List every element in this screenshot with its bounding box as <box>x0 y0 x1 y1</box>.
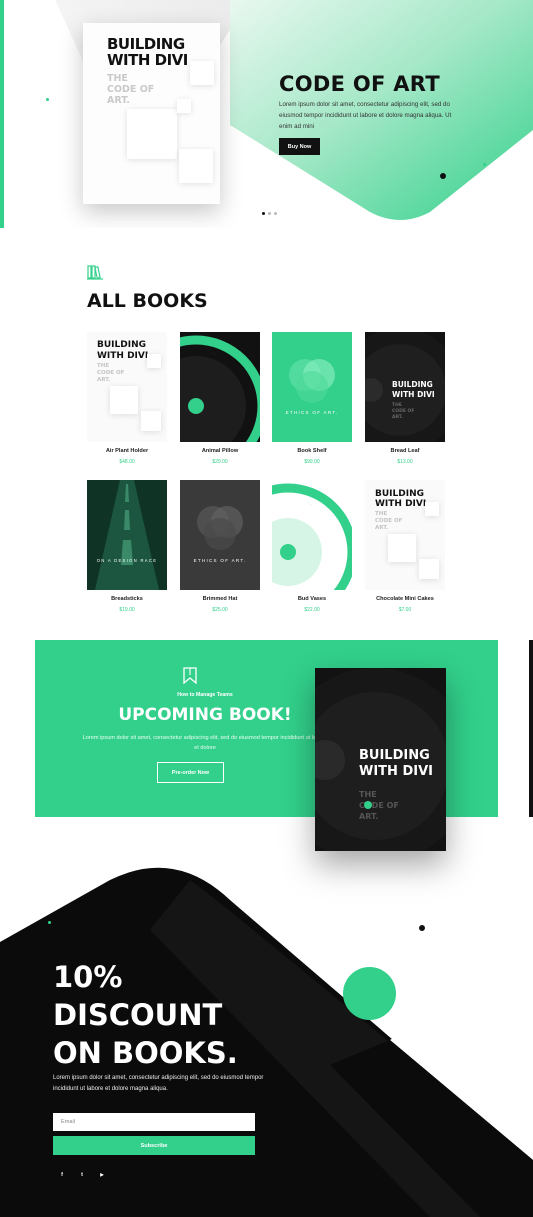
discount-title-line1: 10% <box>53 960 123 994</box>
book-subtitle-line2: CODE OF <box>107 84 155 95</box>
discount-title-line3: ON BOOKS. <box>53 1036 238 1070</box>
cover-sub-line2: CODE OF <box>97 370 125 376</box>
all-books-title: ALL BOOKS <box>87 290 208 312</box>
cover-label: ETHICS OF ART. <box>285 410 339 415</box>
cover-sub-line1: THE <box>375 511 388 517</box>
cover-green-dot <box>364 801 372 809</box>
books-icon <box>87 265 103 280</box>
cover-title-line2: WITH DIVI <box>359 764 433 779</box>
book-subtitle-line3: ART. <box>107 95 130 106</box>
product-name[interactable]: Book Shelf <box>262 448 362 454</box>
product-cover[interactable]: · · · · <box>180 332 260 442</box>
product-cover[interactable]: BUILDING WITH DIVI THE CODE OF ART. <box>365 332 445 442</box>
decor-dot <box>48 921 51 924</box>
cover-sub-line3: ART. <box>392 415 403 420</box>
product-price: $7.00 <box>398 607 412 613</box>
cover-sub-line2: CODE OF <box>392 409 415 414</box>
email-input[interactable] <box>53 1113 255 1131</box>
cover-label: ETHICS OF ART. <box>193 558 247 563</box>
product-cover[interactable]: ON A DESIGN RACE <box>87 480 167 590</box>
product-cover[interactable]: BUILDING WITH DIVI THE CODE OF ART. <box>365 480 445 590</box>
product-name[interactable]: Breadsticks <box>77 596 177 602</box>
decor-circle <box>343 967 396 1020</box>
subscribe-button[interactable]: Subscribe <box>53 1136 255 1155</box>
cover-sub-line1: THE <box>392 403 402 408</box>
product-price: $19.00 <box>119 607 135 613</box>
slider-dot[interactable] <box>274 212 277 215</box>
road-graphic <box>87 480 167 590</box>
decor-square <box>127 109 177 159</box>
product-name[interactable]: Chocolate Mini Cakes <box>355 596 455 602</box>
upcoming-description: Lorem ipsum dolor sit amet, consectetur … <box>82 735 328 751</box>
product-name[interactable]: Air Plant Holder <box>77 448 177 454</box>
youtube-icon[interactable]: ▶ <box>97 1170 107 1180</box>
decor-dot <box>440 173 446 179</box>
product-cover[interactable]: · · · · <box>272 480 352 590</box>
cover-title-line2: WITH DIVI <box>375 499 427 509</box>
product-name[interactable]: Bud Vases <box>262 596 362 602</box>
cover-sub-line2: CODE OF <box>375 518 403 524</box>
pre-order-button[interactable]: Pre-order Now <box>157 762 224 783</box>
venn-graphic <box>289 359 335 403</box>
slider-dot-active[interactable] <box>262 212 265 215</box>
product-price: $22.00 <box>304 607 320 613</box>
buy-now-button[interactable]: Buy Now <box>279 138 320 155</box>
product-name[interactable]: Brimmed Hat <box>170 596 270 602</box>
product-price: $29.00 <box>212 459 228 465</box>
book-subtitle-line1: THE <box>107 73 128 84</box>
hero-book-cover: BUILDING WITH DIVI THE CODE OF ART. <box>83 23 220 204</box>
book-title-line1: BUILDING <box>107 35 185 53</box>
book-title-line2: WITH DIVI <box>107 51 188 69</box>
side-accent-bar <box>529 640 533 817</box>
product-cover[interactable]: ETHICS OF ART. <box>180 480 260 590</box>
hero-section: BUILDING WITH DIVI THE CODE OF ART. CODE… <box>0 0 533 228</box>
decor-square <box>147 354 161 368</box>
decor-dot <box>46 98 49 101</box>
hero-title: CODE OF ART <box>279 72 440 96</box>
product-name[interactable]: Animal Pillow <box>170 448 270 454</box>
decor-square <box>190 61 214 85</box>
cover-label: ON A DESIGN RACE <box>96 558 158 563</box>
upcoming-book-cover: BUILDING WITH DIVI THE CODE OF ART. <box>315 668 446 851</box>
decor-dot <box>483 163 486 166</box>
cover-sub-line1: THE <box>97 363 110 369</box>
decor-square <box>419 559 439 579</box>
hero-accent-stripe <box>0 0 4 228</box>
decor-square <box>141 411 161 431</box>
product-price: $48.00 <box>119 459 135 465</box>
decor-square <box>177 99 191 113</box>
cover-sub-line3: ART. <box>97 377 111 383</box>
twitter-icon[interactable]: t <box>77 1170 87 1180</box>
cover-title-line1: BUILDING <box>359 748 430 763</box>
cover-sub-line3: ART. <box>375 525 389 531</box>
bookmark-icon <box>183 667 197 684</box>
product-price: $99.00 <box>304 459 320 465</box>
product-cover[interactable]: ETHICS OF ART. <box>272 332 352 442</box>
slider-dot[interactable] <box>268 212 271 215</box>
discount-title: 10% DISCOUNT ON BOOKS. <box>53 958 238 1072</box>
hero-description: Lorem ipsum dolor sit amet, consectetur … <box>279 101 452 130</box>
cover-title-line1: BUILDING <box>392 380 433 389</box>
decor-square <box>425 502 439 516</box>
facebook-icon[interactable]: f <box>57 1170 67 1180</box>
cover-title-line2: WITH DIVI <box>97 351 149 361</box>
product-name[interactable]: Bread Leaf <box>355 448 455 454</box>
cover-sub-line3: ART. <box>359 812 379 821</box>
product-cover[interactable]: BUILDING WITH DIVI THE CODE OF ART. <box>87 332 167 442</box>
product-price: $13.00 <box>397 459 413 465</box>
cover-title-line1: BUILDING <box>375 489 424 499</box>
decor-square <box>388 534 416 562</box>
venn-graphic <box>197 506 243 550</box>
cover-title-line2: WITH DIVI <box>392 390 435 399</box>
product-price: $25.00 <box>212 607 228 613</box>
decor-dot <box>419 925 425 931</box>
decor-square <box>179 149 213 183</box>
cover-title-line1: BUILDING <box>97 340 146 350</box>
cover-sub-line1: THE <box>359 790 377 799</box>
decor-square <box>110 386 138 414</box>
discount-description: Lorem ipsum dolor sit amet, consectetur … <box>53 1075 264 1092</box>
discount-title-line2: DISCOUNT <box>53 998 223 1032</box>
